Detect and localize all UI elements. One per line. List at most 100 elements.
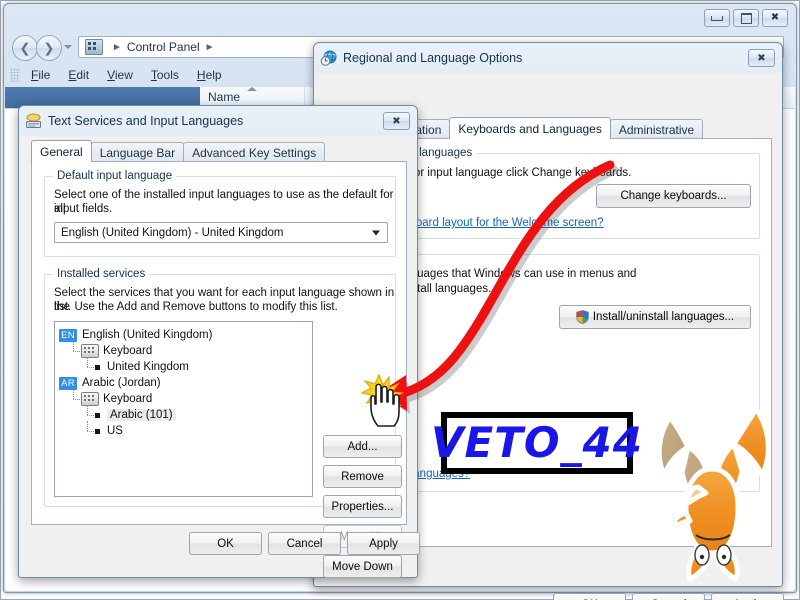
- globe-clock-icon: [320, 50, 337, 67]
- text-services-close-button[interactable]: ✖: [383, 112, 410, 130]
- text-services-apply-button[interactable]: Apply: [347, 532, 420, 555]
- language-badge-ar: AR: [59, 376, 77, 390]
- forward-arrow-icon: ❯: [43, 40, 55, 56]
- tree-connector-icon: [81, 357, 95, 374]
- screenshot-root: ✖ ❮ ❯ ► Control Panel ► File Edit View T…: [0, 0, 800, 600]
- regional-dialog-close-button[interactable]: ✖: [748, 49, 775, 67]
- text-services-cancel-button[interactable]: Cancel: [268, 532, 341, 555]
- text-services-tab-panel: Default input language Select one of the…: [31, 161, 407, 578]
- tab-administrative[interactable]: Administrative: [609, 119, 704, 139]
- remove-button[interactable]: Remove: [323, 465, 402, 488]
- tab-advanced-key-settings[interactable]: Advanced Key Settings: [183, 142, 326, 162]
- tab-general[interactable]: General: [31, 140, 92, 162]
- back-button[interactable]: ❮: [12, 35, 38, 61]
- regional-cancel-button[interactable]: Cancel: [632, 593, 705, 600]
- tree-label-united-kingdom: United Kingdom: [107, 361, 189, 373]
- change-keyboards-label: Change keyboards...: [620, 190, 727, 202]
- breadcrumb-control-panel[interactable]: Control Panel: [127, 40, 200, 54]
- regional-dialog-title: Regional and Language Options: [343, 51, 523, 65]
- tree-connector-icon: [67, 389, 81, 406]
- close-icon: ✖: [770, 12, 780, 23]
- close-button[interactable]: ✖: [762, 9, 788, 27]
- move-down-button-label: Move Down: [332, 560, 393, 573]
- regional-dialog-titlebar: Regional and Language Options ✖: [314, 43, 782, 73]
- tree-connector-icon: [81, 405, 95, 422]
- menu-help[interactable]: Help: [188, 66, 231, 84]
- watermark-text: VETO_44: [431, 418, 643, 467]
- close-icon: ✖: [392, 115, 401, 127]
- properties-button[interactable]: Properties...: [323, 495, 402, 518]
- tab-keyboards-and-languages-label: Keyboards and Languages: [458, 121, 602, 136]
- tree-connector-icon: [67, 341, 81, 358]
- tree-label-arabic-101: Arabic (101): [107, 409, 176, 421]
- maximize-button[interactable]: [733, 9, 759, 27]
- regional-apply-button[interactable]: Apply: [711, 593, 784, 600]
- tab-language-bar-label: Language Bar: [99, 145, 176, 160]
- bullet-icon: [95, 428, 100, 434]
- tree-row-layout-uk[interactable]: United Kingdom: [59, 357, 308, 375]
- tree-row-language-en[interactable]: EN English (United Kingdom): [59, 327, 308, 343]
- installed-services-group: Installed services Select the services t…: [44, 268, 402, 578]
- properties-button-label: Properties...: [331, 500, 394, 513]
- tree-row-layout-us[interactable]: US: [59, 421, 308, 439]
- column-header-name-label: Name: [208, 90, 241, 104]
- installed-services-description-2: list. Use the Add and Remove buttons to …: [54, 301, 338, 313]
- text-services-dialog: Text Services and Input Languages ✖ Gene…: [18, 105, 420, 578]
- install-uninstall-languages-button[interactable]: Install/uninstall languages...: [559, 305, 751, 329]
- forward-button[interactable]: ❯: [36, 35, 62, 61]
- tree-row-language-ar[interactable]: AR Arabic (Jordan): [59, 375, 308, 391]
- menu-edit[interactable]: Edit: [59, 66, 98, 84]
- text-services-titlebar: Text Services and Input Languages ✖: [19, 106, 417, 136]
- tab-administrative-label: Administrative: [618, 122, 695, 137]
- breadcrumb-separator-icon-2[interactable]: ►: [205, 42, 215, 53]
- watermark-box: VETO_44: [431, 412, 642, 474]
- keyboard-icon: [81, 392, 99, 406]
- tab-general-label: General: [40, 144, 83, 159]
- regional-ok-button[interactable]: OK: [553, 593, 626, 600]
- sort-ascending-icon: [247, 87, 257, 91]
- breadcrumb-separator-icon: ►: [112, 41, 122, 53]
- back-arrow-icon: ❮: [19, 40, 31, 56]
- move-down-button[interactable]: Move Down: [323, 555, 402, 578]
- tab-language-bar[interactable]: Language Bar: [90, 142, 185, 162]
- tree-label-us: US: [107, 425, 123, 437]
- default-input-language-group: Default input language Select one of the…: [44, 170, 396, 257]
- minimize-button[interactable]: [704, 9, 730, 27]
- tree-label-keyboard-ar: Keyboard: [103, 393, 153, 405]
- remove-button-label: Remove: [341, 470, 384, 483]
- menu-tools[interactable]: Tools: [142, 66, 188, 84]
- default-input-language-combobox[interactable]: English (United Kingdom) - United Kingdo…: [54, 222, 388, 243]
- keyboard-icon: [81, 344, 99, 358]
- chevron-down-icon: [372, 230, 380, 235]
- tree-connector-icon: [81, 421, 95, 438]
- change-keyboards-button[interactable]: Change keyboards...: [596, 184, 751, 208]
- text-services-tabstrip: General Language Bar Advanced Key Settin…: [31, 140, 326, 162]
- installed-services-tree[interactable]: EN English (United Kingdom) Keyboard Uni…: [54, 321, 313, 497]
- default-input-language-legend: Default input language: [53, 170, 177, 182]
- close-icon: ✖: [757, 52, 766, 64]
- text-services-ok-label: OK: [217, 537, 234, 550]
- text-services-ok-button[interactable]: OK: [189, 532, 262, 555]
- bullet-icon: [95, 412, 100, 418]
- tree-row-layout-arabic-101[interactable]: Arabic (101): [59, 405, 308, 423]
- tab-keyboards-and-languages[interactable]: Keyboards and Languages: [449, 117, 611, 139]
- text-services-title: Text Services and Input Languages: [48, 114, 244, 128]
- menu-file[interactable]: File: [22, 66, 59, 84]
- text-services-cancel-label: Cancel: [286, 537, 323, 550]
- menu-view[interactable]: View: [98, 66, 142, 84]
- add-button[interactable]: Add...: [323, 435, 402, 458]
- tree-row-keyboard-en[interactable]: Keyboard: [59, 341, 308, 359]
- minimize-icon: [711, 15, 723, 21]
- default-input-language-value: English (United Kingdom) - United Kingdo…: [61, 226, 284, 239]
- uac-shield-icon: [576, 310, 589, 324]
- language-badge-en: EN: [59, 328, 77, 342]
- recent-pages-dropdown-icon[interactable]: [64, 45, 72, 49]
- add-button-label: Add...: [347, 440, 378, 453]
- tree-row-keyboard-ar[interactable]: Keyboard: [59, 389, 308, 407]
- text-services-apply-label: Apply: [369, 537, 398, 550]
- text-services-icon: [25, 113, 42, 129]
- tab-advanced-key-settings-label: Advanced Key Settings: [192, 145, 317, 160]
- tree-label-keyboard-en: Keyboard: [103, 345, 153, 357]
- tree-label-english-uk: English (United Kingdom): [82, 329, 213, 341]
- control-panel-icon: [85, 39, 103, 55]
